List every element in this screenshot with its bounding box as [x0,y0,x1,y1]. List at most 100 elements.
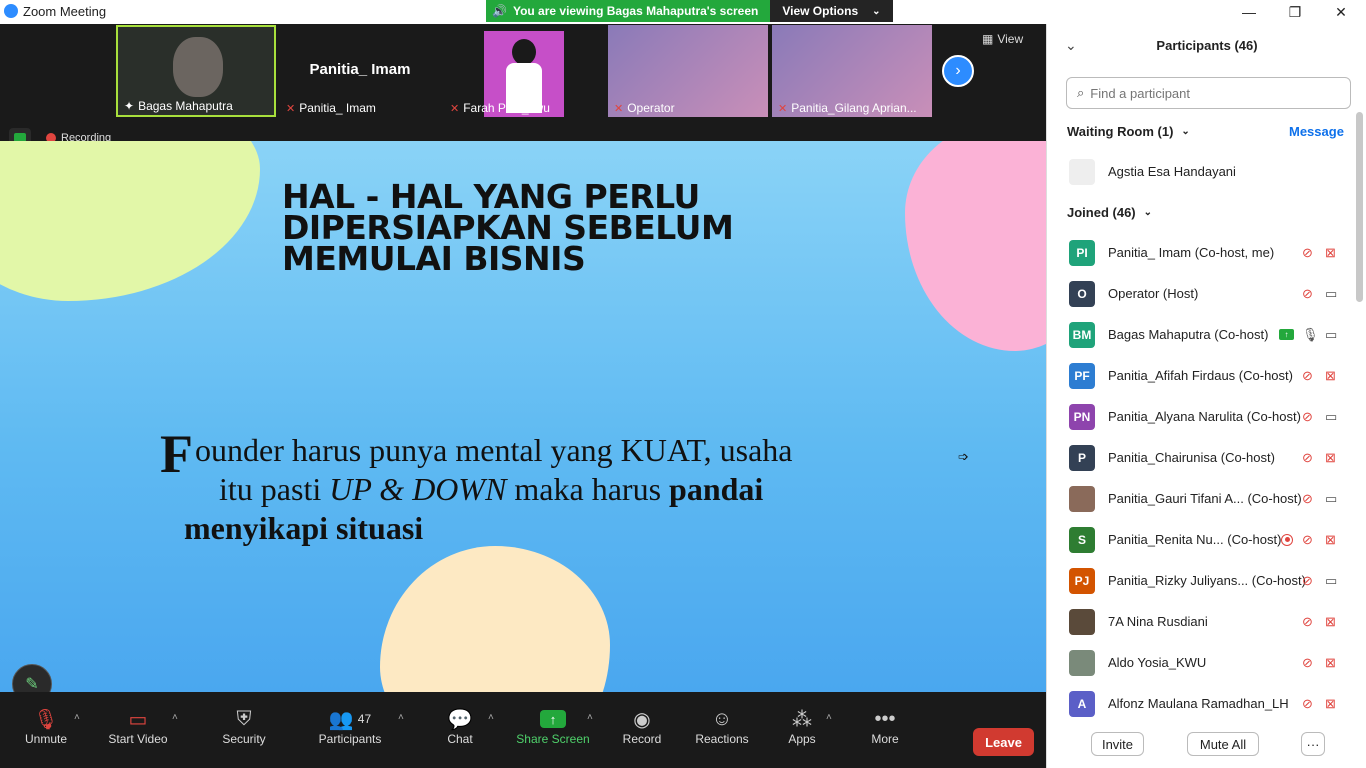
record-button[interactable]: ◉ Record [602,706,682,747]
video-tile[interactable]: ✕ Operator [608,25,768,117]
zoom-app-icon [4,4,18,18]
participant-row[interactable]: S Panitia_Renita Nu... (Co-host) ⊘ ⊠ [1047,519,1355,560]
participants-button[interactable]: 👥 47 Participants ˄ [310,706,404,747]
mic-muted-icon[interactable]: ⊘ [1302,286,1313,302]
video-off-icon[interactable]: ⊠ [1325,450,1336,466]
recording-icon [1281,533,1293,546]
video-tile[interactable]: Panitia_ Imam ✕ Panitia_ Imam [280,25,440,117]
panel-scrollbar[interactable] [1356,112,1363,302]
next-page-button[interactable]: › [942,55,974,87]
mic-muted-icon[interactable]: ⊘ [1302,573,1313,589]
mic-muted-icon[interactable]: ⊘ [1302,409,1313,425]
participant-name: Panitia_Afifah Firdaus (Co-host) [1108,368,1293,383]
share-screen-button[interactable]: ↑ Share Screen ˄ [513,706,593,746]
participant-video [173,37,223,97]
apps-button[interactable]: ⁂ Apps ˄ [762,706,842,747]
shield-icon: ⛨ [236,707,252,730]
reactions-button[interactable]: ☺ Reactions [682,706,762,747]
participant-name: Panitia_ Imam (Co-host, me) [1108,245,1275,260]
waiting-participant-row[interactable]: Agstia Esa Handayani [1047,151,1355,192]
participant-row[interactable]: O Operator (Host) ⊘ ▭ [1047,273,1355,314]
video-icon[interactable]: ▭ [1325,491,1337,507]
avatar: BM [1069,321,1095,348]
mic-muted-icon[interactable]: ⊘ [1302,614,1313,630]
view-button[interactable]: ▦ View [982,32,1023,46]
viewing-text: You are viewing Bagas Mahaputra's screen [512,4,759,18]
search-input[interactable] [1090,85,1331,101]
meeting-area: 🔊 You are viewing Bagas Mahaputra's scre… [0,0,1046,768]
participant-name: Panitia_Alyana Narulita (Co-host) [1108,409,1301,424]
participant-row[interactable]: P Panitia_Chairunisa (Co-host) ⊘ ⊠ [1047,437,1355,478]
caret-up-icon[interactable]: ˄ [74,712,80,723]
close-button[interactable]: ✕ [1318,0,1364,24]
mic-muted-icon[interactable]: ⊘ [1302,696,1313,712]
video-icon[interactable]: ▭ [1325,573,1337,589]
participants-count: 47 [357,712,372,726]
participant-name: Aldo Yosia_KWU [1108,655,1207,670]
video-off-icon: ▭ [128,708,148,731]
participant-row[interactable]: PI Panitia_ Imam (Co-host, me) ⊘ ⊠ [1047,232,1355,273]
mic-muted-icon[interactable]: ⊘ [1302,368,1313,384]
view-options-button[interactable]: View Options ⌄ [770,0,893,22]
maximize-button[interactable]: ❐ [1272,0,1318,24]
mic-icon[interactable]: 🎙 [1302,327,1319,343]
participant-row[interactable]: 7A Nina Rusdiani ⊘ ⊠ [1047,601,1355,642]
chat-button[interactable]: 💬 Chat ˄ [420,706,500,747]
video-tile[interactable]: ✕ Farah Paul_kwu [444,25,604,117]
video-icon[interactable]: ▭ [1325,327,1337,343]
video-off-icon[interactable]: ⊠ [1325,532,1336,548]
caret-up-icon[interactable]: ˄ [587,712,593,723]
video-off-icon[interactable]: ⊠ [1325,696,1336,712]
participant-row[interactable]: Aldo Yosia_KWU ⊘ ⊠ [1047,642,1355,683]
caret-up-icon[interactable]: ˄ [398,712,404,723]
mic-muted-icon[interactable]: ⊘ [1302,491,1313,507]
caret-up-icon[interactable]: ˄ [172,712,178,723]
mic-muted-icon[interactable]: ⊘ [1302,532,1313,548]
invite-button[interactable]: Invite [1091,732,1144,756]
caret-up-icon[interactable]: ˄ [488,712,494,723]
panel-footer: Invite Mute All ··· [1047,724,1366,768]
avatar [1069,608,1095,635]
search-icon: ⌕ [1077,85,1085,100]
participant-row[interactable]: A Alfonz Maulana Ramadhan_LH ⊘ ⊠ [1047,683,1355,724]
video-off-icon[interactable]: ⊠ [1325,245,1336,261]
video-icon[interactable]: ▭ [1325,409,1337,425]
participant-row[interactable]: PF Panitia_Afifah Firdaus (Co-host) ⊘ ⊠ [1047,355,1355,396]
mute-all-button[interactable]: Mute All [1187,732,1259,756]
avatar: PN [1069,403,1095,430]
chevron-down-icon: ⌄ [1143,207,1153,218]
video-tile[interactable]: ✕ Panitia_Gilang Aprian... [772,25,932,117]
panel-title: Participants (46) [1156,38,1258,53]
participant-row[interactable]: PJ Panitia_Rizky Juliyans... (Co-host) ⊘ ▭ [1047,560,1355,601]
waiting-room-header[interactable]: Waiting Room (1) ⌄ [1067,124,1190,139]
participant-row[interactable]: Panitia_Gauri Tifani A... (Co-host) ⊘ ▭ [1047,478,1355,519]
unmute-button[interactable]: 🎙 Unmute ˄ [6,706,86,747]
video-off-icon[interactable]: ⊠ [1325,655,1336,671]
video-off-icon[interactable]: ⊠ [1325,614,1336,630]
video-tile[interactable]: ✦ Bagas Mahaputra [116,25,276,117]
leave-button[interactable]: Leave [973,728,1034,756]
minimize-button[interactable]: — [1226,0,1272,24]
security-button[interactable]: ⛨ Security [204,706,284,747]
caret-up-icon[interactable]: ˄ [826,712,832,723]
mic-muted-icon[interactable]: ⊘ [1302,450,1313,466]
avatar [1069,649,1095,676]
participant-row[interactable]: PN Panitia_Alyana Narulita (Co-host) ⊘ ▭ [1047,396,1355,437]
joined-header[interactable]: Joined (46) ⌄ [1067,205,1152,220]
video-off-icon[interactable]: ⊠ [1325,368,1336,384]
share-screen-icon: ↑ [540,710,566,728]
avatar [1069,485,1095,512]
mic-muted-icon[interactable]: ⊘ [1302,655,1313,671]
more-options-button[interactable]: ··· [1301,732,1325,756]
mic-muted-icon[interactable]: ⊘ [1302,245,1313,261]
participant-row[interactable]: BM Bagas Mahaputra (Co-host) ↑ 🎙 ▭ [1047,314,1355,355]
avatar: PF [1069,362,1095,389]
participants-icon: 👥 47 [328,708,372,731]
slide-body: Founder harus punya mental yang KUAT, us… [160,424,793,546]
more-button[interactable]: ••• More [845,706,925,747]
mic-muted-icon: ✕ [450,102,460,115]
decorative-blob [905,141,1046,351]
start-video-button[interactable]: ▭ Start Video ˄ [98,706,178,747]
message-link[interactable]: Message [1289,124,1344,139]
video-icon[interactable]: ▭ [1325,286,1337,302]
